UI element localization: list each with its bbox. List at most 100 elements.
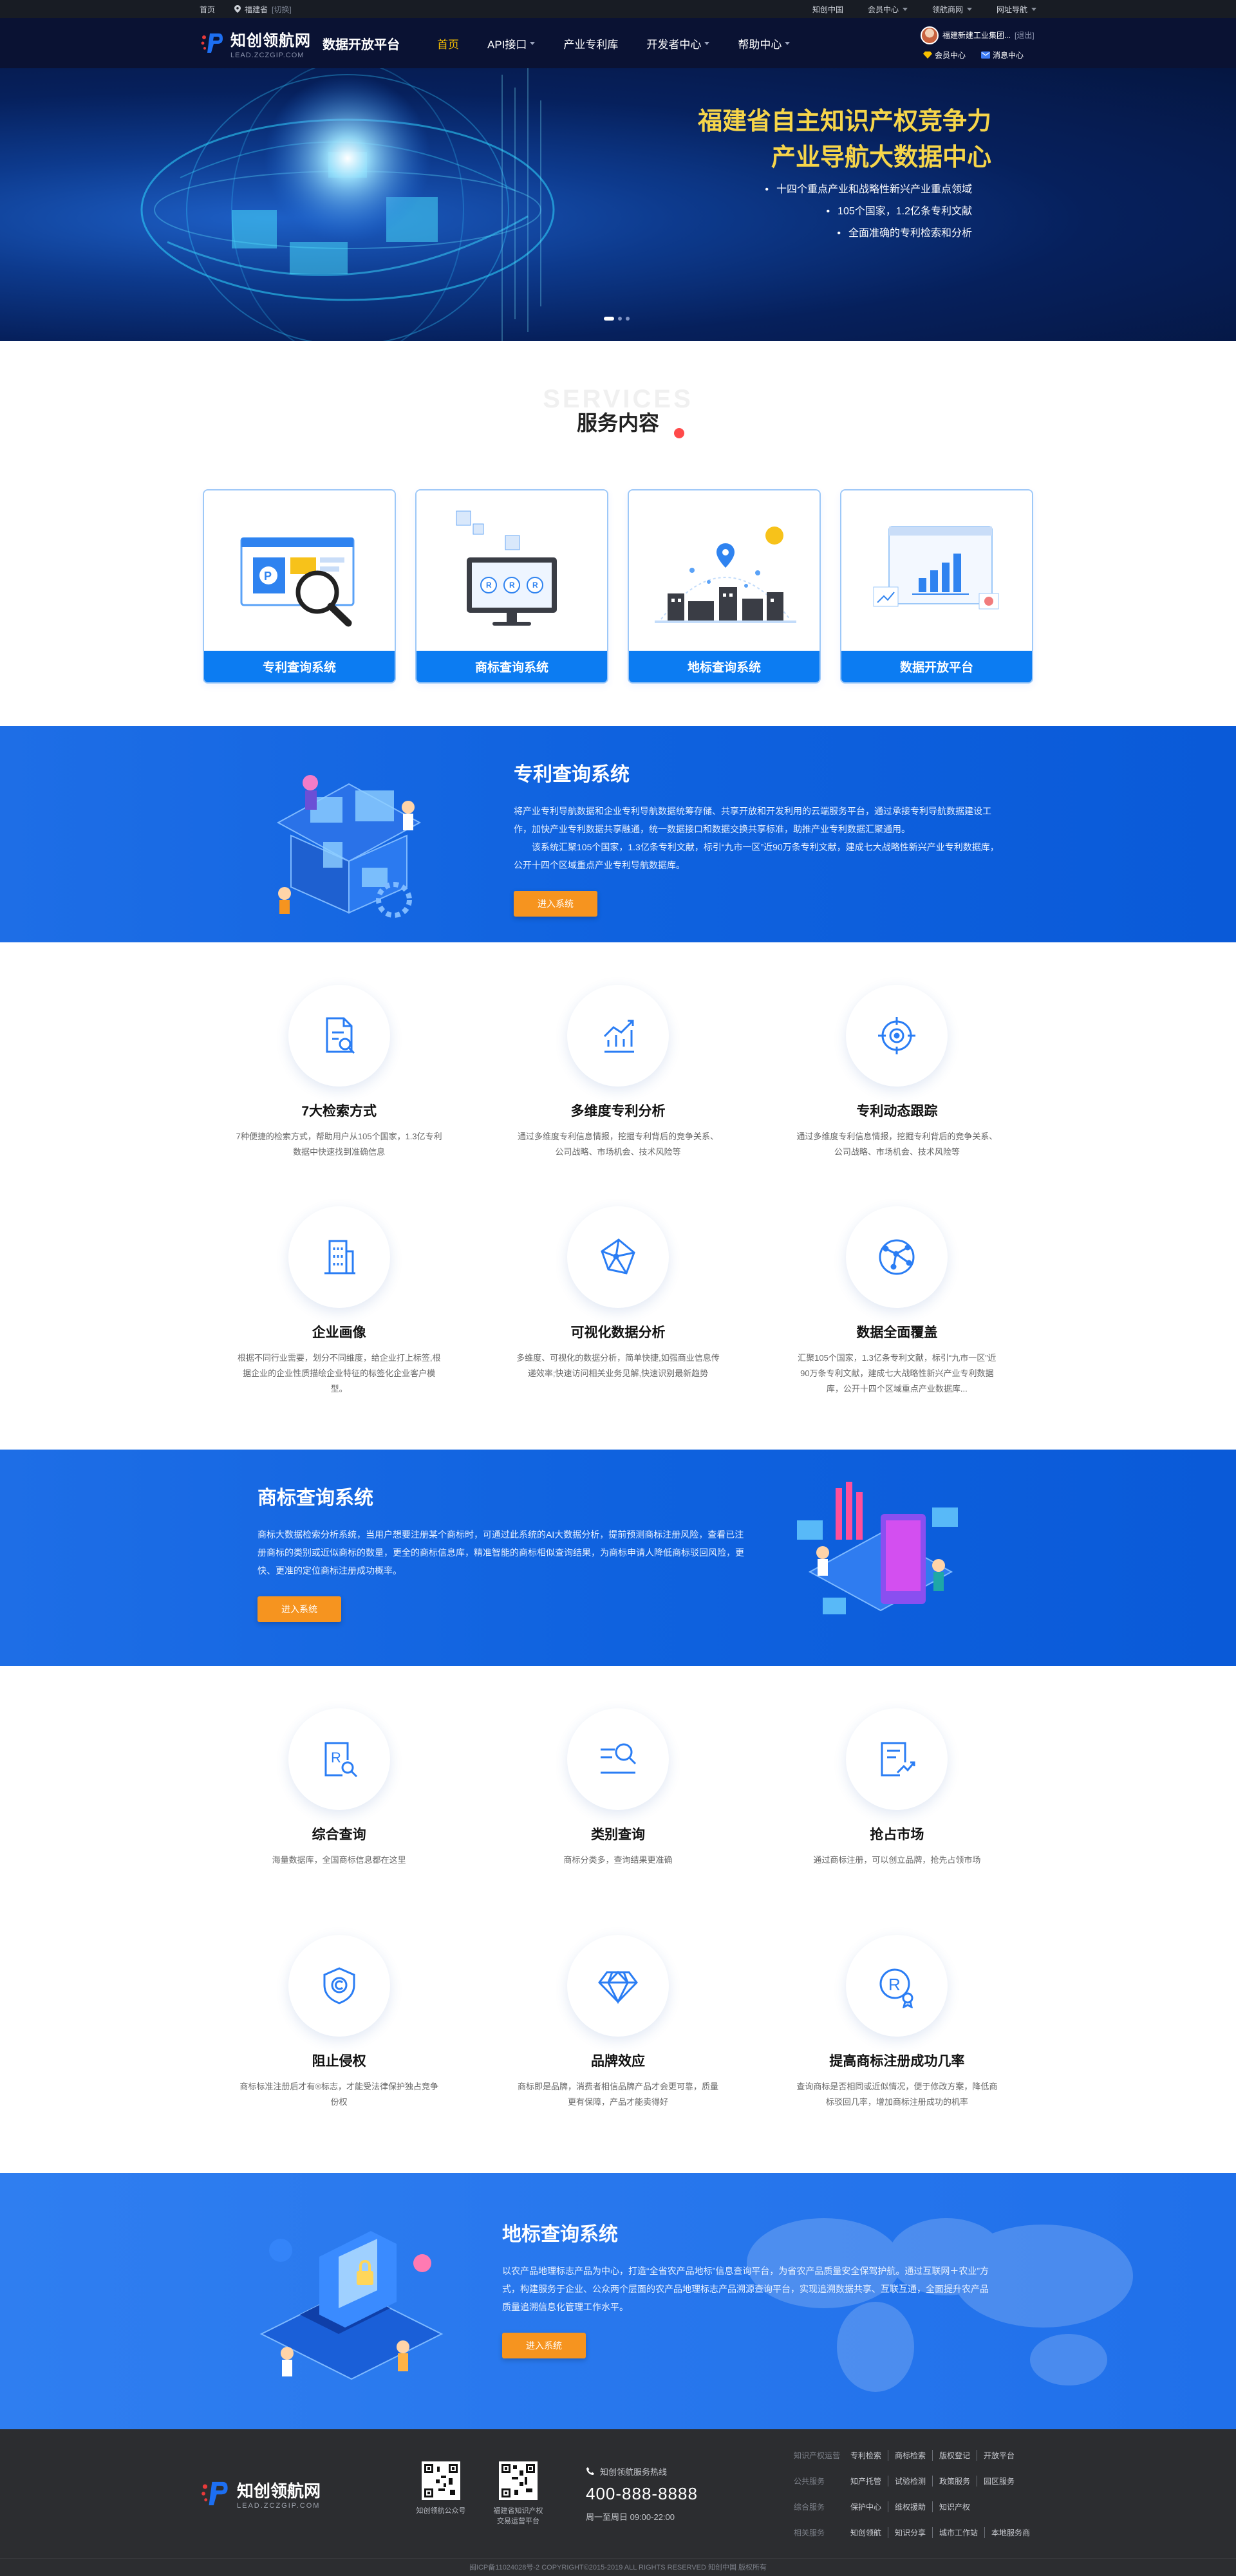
trademark-monitor-illustration: RRR	[456, 510, 557, 626]
feature-title: 综合查询	[312, 1827, 366, 1842]
trademark-enter-button[interactable]: 进入系统	[258, 1596, 341, 1622]
footer-link[interactable]: 知产托管	[844, 2475, 888, 2487]
landmark-city-illustration	[655, 527, 796, 623]
feature-desc: 商标标准注册后才有®标志，才能受法律保护独占竞争份权	[239, 2082, 438, 2107]
globe-network-icon	[879, 1239, 915, 1275]
patent-enter-button[interactable]: 进入系统	[514, 891, 597, 917]
link-category: 公共服务	[793, 2476, 825, 2486]
qr-caption: 知创领航公众号	[416, 2507, 466, 2515]
location-name: 福建省	[245, 5, 268, 14]
carousel-dot[interactable]	[626, 317, 630, 321]
avatar[interactable]	[921, 26, 939, 44]
site-footer: 知创领航网 LEAD.ZCZGIP.COM 知创领航公众号 福建省知识产权 交易…	[0, 2429, 1236, 2576]
feature-desc: 通过商标注册，可以创立品牌，抢先占领市场	[813, 1855, 981, 1865]
bar-chart-icon	[603, 1020, 634, 1053]
service-card-trademark[interactable]: R R R 商标查询系统	[415, 489, 608, 684]
footer-link[interactable]: 专利检索	[844, 2449, 888, 2461]
footer-link[interactable]: 政策服务	[933, 2475, 977, 2487]
location-switch[interactable]: [切换]	[272, 4, 292, 15]
registered-badge-icon: R	[879, 1968, 913, 2008]
logout-link[interactable]: [退出]	[1015, 30, 1035, 41]
feature-visual-analysis: 可视化数据分析 多维度、可视化的数据分析，简单快捷,如强商业信息传递效率;快速访…	[478, 1206, 757, 1397]
topbar-home-link[interactable]: 首页	[200, 4, 215, 15]
hero-banner: 福建省自主知识产权竞争力 产业导航大数据中心 十四个重点产业和战略性新兴产业重点…	[0, 68, 1236, 341]
feature-desc: 商标分类多，查询结果更准确	[563, 1855, 673, 1865]
user-name[interactable]: 福建新建工业集团...	[942, 30, 1011, 41]
nav-api[interactable]: API接口	[487, 35, 536, 51]
main-nav: 首页 API接口 产业专利库 开发者中心 帮助中心	[437, 35, 791, 51]
nav-developer[interactable]: 开发者中心	[646, 35, 710, 51]
landmark-enter-button[interactable]: 进入系统	[502, 2333, 586, 2358]
svg-text:R: R	[331, 1750, 341, 1766]
footer-link[interactable]: 城市工作站	[933, 2526, 985, 2538]
feature-title: 阻止侵权	[312, 2054, 366, 2069]
feature-title: 可视化数据分析	[570, 1325, 666, 1340]
topbar-link-sitemap[interactable]: 网址导航	[997, 4, 1036, 15]
trademark-isometric-illustration	[797, 1482, 958, 1614]
top-bar: 首页 福建省 [切换] 知创中国 会员中心 领航商网 网址导航	[0, 0, 1236, 18]
feature-desc: 通过多维度专利信息情报，挖掘专利背后的竞争关系、公司战略、市场机会、技术风险等	[796, 1132, 998, 1157]
footer-logo[interactable]: 知创领航网 LEAD.ZCZGIP.COM	[200, 2478, 412, 2510]
qr-code-icon	[424, 2464, 458, 2497]
feature-market: 抢占市场 通过商标注册，可以创立品牌，抢先占领市场	[758, 1708, 1036, 1868]
network-polygon-icon	[601, 1238, 635, 1274]
service-card-open-data[interactable]: 数据开放平台	[840, 489, 1033, 684]
topbar-link-shangwang[interactable]: 领航商网	[932, 4, 972, 15]
footer-link[interactable]: 园区服务	[977, 2476, 1021, 2487]
footer-link[interactable]: 知创领航	[844, 2526, 888, 2538]
service-card-landmark[interactable]: 地标查询系统	[628, 489, 821, 684]
footer-link[interactable]: 保护中心	[844, 2501, 888, 2512]
feature-search-methods: 7大检索方式 7种便捷的检索方式，帮助用户从105个国家，1.3亿专利数据中快速…	[200, 985, 478, 1160]
location-selector[interactable]: 福建省 [切换]	[234, 4, 292, 15]
patent-section-title: 专利查询系统	[514, 764, 630, 785]
landmark-section-desc: 以农产品地理标志产品为中心，打造“全省农产品地标”信息查询平台，为省农产品质量安…	[502, 2266, 989, 2312]
message-center-link[interactable]: 消息中心	[981, 50, 1024, 61]
qr-official-account: 知创领航公众号	[412, 2461, 470, 2526]
feature-desc: 海量数据库，全国商标信息都在这里	[272, 1855, 406, 1865]
location-pin-icon	[234, 5, 241, 13]
feature-desc: 通过多维度专利信息情报，挖掘专利背后的竞争关系、公司战略、市场机会、技术风险等	[517, 1132, 718, 1157]
feature-title: 品牌效应	[590, 2054, 645, 2069]
patent-features: 7大检索方式 7种便捷的检索方式，帮助用户从105个国家，1.3亿专利数据中快速…	[0, 942, 1236, 1450]
feature-title: 抢占市场	[870, 1827, 924, 1842]
link-category: 综合服务	[793, 2502, 825, 2512]
member-center-link[interactable]: 会员中心	[923, 50, 966, 61]
footer-link[interactable]: 知识分享	[888, 2526, 933, 2538]
trademark-section-desc: 商标大数据检索分析系统，当用户想要注册某个商标时，可通过此系统的AI大数据分析，…	[258, 1529, 744, 1576]
feature-category-search: 类别查询 商标分类多，查询结果更准确	[478, 1708, 757, 1868]
patent-isometric-illustration	[276, 775, 422, 918]
footer-link[interactable]: 开放平台	[977, 2450, 1021, 2461]
diamond-icon	[923, 51, 932, 59]
patent-search-illustration: P	[240, 537, 355, 627]
link-category: 相关服务	[793, 2528, 825, 2537]
site-logo[interactable]: 知创领航网 LEAD.ZCZGIP.COM	[200, 28, 311, 59]
svg-text:P: P	[264, 570, 272, 583]
footer-link[interactable]: 知识产权	[933, 2501, 977, 2512]
feature-title: 类别查询	[590, 1827, 645, 1842]
section-title: 服务内容	[576, 411, 659, 434]
nav-help[interactable]: 帮助中心	[738, 35, 791, 51]
patent-section-desc: 将产业专利导航数据和企业专利导航数据统筹存储、共享开放和开发利用的云端服务平台，…	[514, 806, 991, 834]
carousel-dot[interactable]	[618, 317, 622, 321]
carousel-dot-active[interactable]	[604, 317, 614, 321]
feature-desc: 7种便捷的检索方式，帮助用户从105个国家，1.3亿专利数据中快速找到准确信息	[236, 1132, 442, 1157]
nav-patent-library[interactable]: 产业专利库	[563, 35, 618, 51]
svg-text:R: R	[888, 1975, 901, 1994]
nav-home[interactable]: 首页	[437, 35, 459, 51]
footer-link[interactable]: 版权登记	[933, 2449, 977, 2461]
platform-title: 数据开放平台	[323, 37, 400, 52]
footer-link[interactable]: 维权援助	[888, 2501, 933, 2512]
feature-success-rate: R 提高商标注册成功几率 查询商标是否相同或近似情况，便于修改方案，降低商标驳回…	[758, 1935, 1036, 2110]
hotline-number[interactable]: 400-888-8888	[586, 2484, 698, 2504]
landmark-section: 地标查询系统 以农产品地理标志产品为中心，打造“全省农产品地标”信息查询平台，为…	[0, 2173, 1236, 2429]
footer-link[interactable]: 试验检测	[888, 2475, 933, 2487]
footer-link[interactable]: 商标检索	[888, 2449, 933, 2461]
feature-desc: 多维度、可视化的数据分析，简单快捷,如强商业信息传递效率;快速访问相关业务见解,…	[516, 1353, 720, 1378]
service-card-patent[interactable]: P 专利查询系统	[203, 489, 396, 684]
copyright-shield-icon	[323, 1967, 355, 2004]
topbar-link-zhichuang[interactable]: 知创中国	[812, 4, 843, 15]
footer-link[interactable]: 本地服务商	[985, 2527, 1036, 2538]
topbar-link-member[interactable]: 会员中心	[868, 4, 908, 15]
qr-trading-platform: 福建省知识产权 交易运营平台	[489, 2461, 547, 2526]
list-search-icon	[600, 1743, 637, 1774]
